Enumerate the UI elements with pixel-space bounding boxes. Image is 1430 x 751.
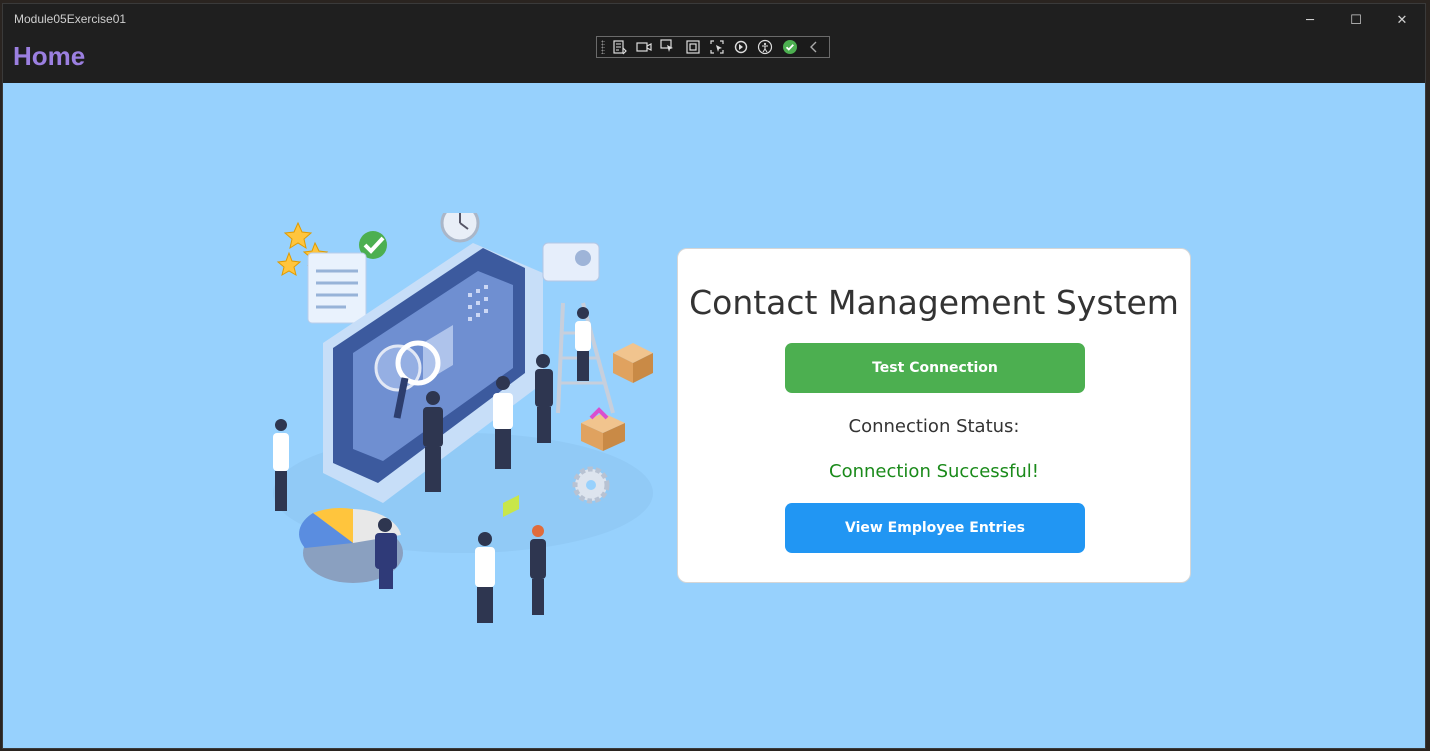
- connection-status-value: Connection Successful!: [829, 461, 1039, 482]
- main-content: Contact Management System Test Connectio…: [3, 83, 1425, 748]
- view-employee-entries-button[interactable]: View Employee Entries: [785, 503, 1085, 553]
- display-layout-adorners-icon[interactable]: [683, 37, 701, 57]
- app-window: Module05Exercise01 ─ ☐ ✕ Home Contact Ma…: [2, 3, 1426, 749]
- window-controls: ─ ☐ ✕: [1287, 4, 1425, 36]
- contact-management-card: Contact Management System Test Connectio…: [677, 248, 1191, 583]
- check-icon[interactable]: [781, 37, 799, 57]
- title-bar[interactable]: Module05Exercise01 ─ ☐ ✕: [3, 4, 1425, 36]
- accessibility-icon[interactable]: [756, 37, 774, 57]
- xaml-debug-toolbar: [596, 36, 830, 58]
- select-element-icon[interactable]: [659, 37, 677, 57]
- track-focus-icon[interactable]: [708, 37, 726, 57]
- card-title: Contact Management System: [689, 283, 1179, 322]
- hot-reload-icon[interactable]: [732, 37, 750, 57]
- maximize-button[interactable]: ☐: [1333, 4, 1379, 36]
- page-title: Home: [13, 41, 86, 71]
- window-title: Module05Exercise01: [14, 12, 127, 26]
- live-visual-tree-icon[interactable]: [611, 37, 629, 57]
- team-dashboard-illustration: [273, 213, 653, 623]
- connection-status-label: Connection Status:: [848, 416, 1020, 437]
- collapse-chevron-icon[interactable]: [805, 37, 823, 57]
- toolbar-grip[interactable]: [601, 40, 605, 54]
- minimize-button[interactable]: ─: [1287, 4, 1333, 36]
- test-connection-button[interactable]: Test Connection: [785, 343, 1085, 393]
- record-icon[interactable]: [635, 37, 653, 57]
- close-button[interactable]: ✕: [1379, 4, 1425, 36]
